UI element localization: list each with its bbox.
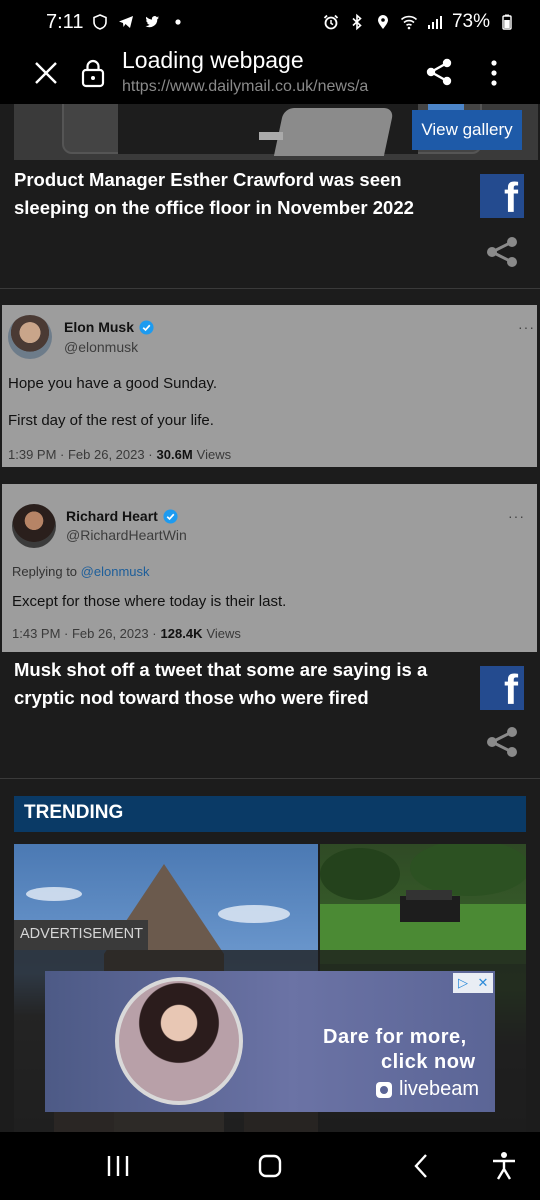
back-icon[interactable] [404, 1150, 440, 1182]
ad-brand: livebeam [375, 1078, 479, 1101]
tweet-text-line: First day of the rest of your life. [8, 412, 214, 429]
page-content: View gallery Product Manager Esther Craw… [0, 104, 540, 1132]
ad-headline: Dare for more, [323, 1026, 467, 1048]
browser-toolbar: Loading webpage https://www.dailymail.co… [0, 44, 540, 104]
signal-icon [426, 13, 444, 31]
embedded-tweet[interactable]: Elon Musk @elonmusk ··· Hope you have a … [2, 305, 537, 467]
ad-banner[interactable]: ▷ ✕ Dare for more, click now livebeam [45, 971, 495, 1112]
status-left: 7:11 [46, 11, 187, 34]
facebook-icon: f [504, 666, 518, 711]
system-nav-bar [0, 1132, 540, 1200]
accessibility-icon[interactable] [486, 1150, 522, 1182]
status-right: 73% [322, 11, 516, 33]
author-name: Elon Musk [64, 319, 135, 335]
more-icon[interactable]: ··· [518, 319, 535, 335]
author-handle[interactable]: @elonmusk [64, 339, 138, 355]
tweet-timestamp[interactable]: 1:43 PM · Feb 26, 2023 · [12, 626, 157, 641]
avatar[interactable] [8, 315, 52, 359]
tweet-meta: 1:43 PM · Feb 26, 2023 · 128.4K Views [12, 626, 241, 641]
alarm-icon [322, 13, 340, 31]
author-handle[interactable]: @RichardHeartWin [66, 527, 187, 543]
facebook-share-button[interactable]: f [480, 174, 524, 218]
image-plug-prong [259, 132, 283, 140]
share-icon[interactable] [484, 724, 520, 760]
location-icon [374, 13, 392, 31]
facebook-share-button[interactable]: f [480, 666, 524, 710]
avatar[interactable] [12, 504, 56, 548]
facebook-icon: f [504, 174, 518, 219]
url-text[interactable]: https://www.dailymail.co.uk/news/a [122, 78, 406, 96]
ad-controls: ▷ ✕ [453, 973, 493, 993]
tweet-author[interactable]: Richard Heart [66, 508, 178, 524]
image-plug [273, 108, 395, 156]
shield-icon [91, 13, 109, 31]
wifi-icon [400, 13, 418, 31]
section-divider [0, 778, 540, 779]
tweet-author[interactable]: Elon Musk [64, 319, 154, 335]
tweet-timestamp[interactable]: 1:39 PM · Feb 26, 2023 · [8, 447, 153, 462]
verified-icon [139, 319, 154, 335]
view-count: 128.4K [160, 626, 203, 641]
section-divider [0, 288, 540, 289]
status-bar: 7:11 73% [0, 0, 540, 44]
lock-icon[interactable] [80, 58, 106, 88]
ad-photo [115, 977, 243, 1105]
recent-apps-icon[interactable] [100, 1150, 136, 1182]
view-gallery-button[interactable]: View gallery [412, 110, 522, 150]
reply-prefix: Replying to [12, 564, 78, 579]
bluetooth-icon [348, 13, 366, 31]
views-label: Views [206, 626, 241, 641]
close-icon[interactable] [32, 59, 60, 87]
telegram-icon [117, 13, 135, 31]
image-caption: Product Manager Esther Crawford was seen… [14, 169, 414, 218]
reply-context: Replying to @elonmusk [12, 564, 150, 579]
more-options-icon[interactable] [484, 57, 504, 89]
trending-header: TRENDING [14, 796, 526, 832]
battery-percent: 73% [451, 11, 490, 32]
more-icon[interactable]: ··· [508, 508, 525, 524]
livebeam-logo-icon [376, 1081, 392, 1098]
notification-dot-icon [169, 13, 187, 31]
reply-mention-link[interactable]: @elonmusk [81, 564, 150, 579]
status-time: 7:11 [46, 10, 84, 33]
tweet-text-line: Except for those where today is their la… [12, 593, 287, 610]
page-title: Loading webpage [122, 47, 304, 73]
share-icon[interactable] [424, 57, 454, 87]
tweet-meta: 1:39 PM · Feb 26, 2023 · 30.6M Views [8, 447, 231, 462]
views-label: Views [196, 447, 232, 462]
adchoices-icon[interactable]: ▷ [453, 973, 473, 993]
author-name: Richard Heart [66, 508, 158, 524]
embedded-tweet[interactable]: Richard Heart @RichardHeartWin ··· Reply… [2, 484, 537, 652]
trending-label: TRENDING [24, 802, 124, 823]
ad-close-icon[interactable]: ✕ [473, 973, 493, 993]
tweet-caption: Musk shot off a tweet that some are sayi… [14, 659, 428, 708]
twitter-icon [143, 13, 161, 31]
battery-icon [498, 13, 516, 31]
ad-brand-name: livebeam [399, 1078, 480, 1100]
view-count: 30.6M [156, 447, 193, 462]
advertisement-label: ADVERTISEMENT [14, 920, 148, 950]
verified-icon [163, 508, 178, 524]
tweet-text-line: Hope you have a good Sunday. [8, 375, 218, 392]
ad-subline: click now [381, 1051, 476, 1073]
share-icon[interactable] [484, 234, 520, 270]
home-icon[interactable] [252, 1150, 288, 1182]
